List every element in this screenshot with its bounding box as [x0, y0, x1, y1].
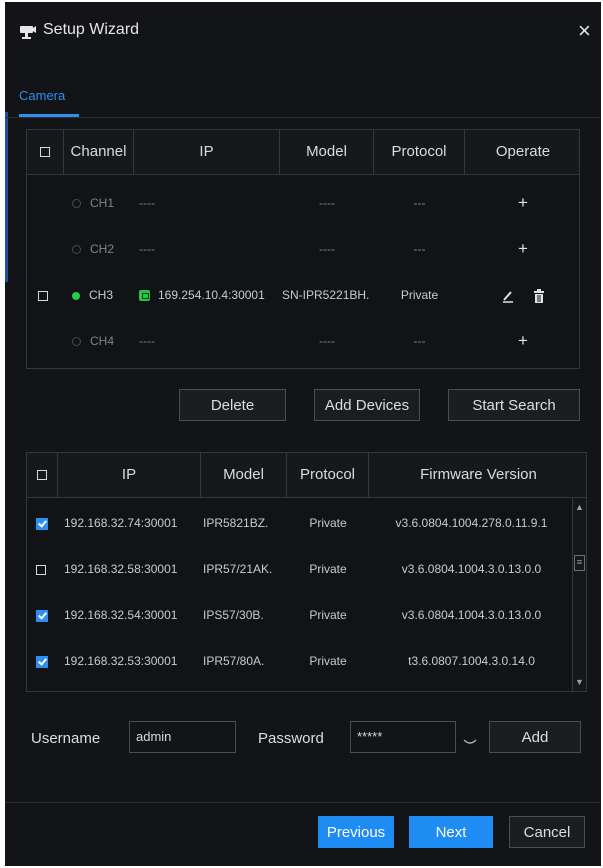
add-channel-button[interactable]: +: [518, 331, 528, 350]
previous-button[interactable]: Previous: [318, 816, 394, 848]
scroll-thumb[interactable]: ≡: [574, 555, 585, 571]
device-protocol: Private: [309, 608, 347, 622]
window-edge-accent: [5, 112, 8, 282]
device-connected-icon: [139, 290, 150, 302]
device-protocol: Private: [309, 562, 347, 576]
device-ip: 192.168.32.58:30001: [64, 562, 178, 576]
table-row[interactable]: CH3 169.254.10.4:30001 SN-IPR5221BH. Pri…: [27, 272, 579, 318]
channel-name: CH2: [90, 242, 115, 256]
channel-model: ----: [319, 242, 335, 256]
channel-model: ----: [319, 196, 335, 210]
col-protocol: Protocol: [374, 130, 465, 174]
search-table-header: IP Model Protocol Firmware Version: [27, 453, 586, 498]
status-dot-offline: [72, 337, 81, 347]
device-firmware: v3.6.0804.1004.278.0.11.9.1: [395, 516, 548, 530]
add-button[interactable]: Add: [489, 721, 581, 753]
tab-divider: [5, 117, 601, 118]
col-protocol: Protocol: [287, 453, 369, 497]
add-channel-button[interactable]: +: [518, 239, 528, 258]
channel-ip: 169.254.10.4:30001: [158, 288, 265, 302]
col-operate: Operate: [495, 143, 551, 160]
start-search-button[interactable]: Start Search: [448, 389, 580, 421]
table-row[interactable]: 192.168.32.58:30001 IPR57/21AK. Private …: [27, 546, 586, 592]
row-checkbox[interactable]: [36, 655, 48, 668]
device-ip: 192.168.32.53:30001: [64, 654, 178, 668]
status-dot-offline: [72, 245, 81, 255]
channel-ip: ----: [139, 334, 155, 348]
table-row[interactable]: CH1 ---- ---- --- +: [27, 180, 579, 226]
table-row[interactable]: CH4 ---- ---- --- +: [27, 318, 579, 364]
channel-model: ----: [319, 334, 335, 348]
password-field[interactable]: *****: [350, 721, 456, 753]
select-all-cell: [27, 453, 58, 497]
channel-name: CH3: [89, 288, 114, 302]
device-model: IPR57/80A.: [203, 654, 265, 668]
row-checkbox[interactable]: [36, 517, 48, 530]
scroll-up-icon[interactable]: ▲: [573, 500, 586, 514]
select-all-cell: [27, 130, 64, 174]
device-model: IPR57/21AK.: [203, 562, 273, 576]
device-protocol: Private: [309, 516, 347, 530]
delete-button[interactable]: Delete: [179, 389, 286, 421]
channel-protocol: Private: [400, 288, 439, 302]
status-dot-online: [72, 291, 80, 300]
table-row[interactable]: 192.168.32.74:30001 IPR5821BZ. Private v…: [27, 500, 586, 546]
select-all-checkbox[interactable]: [40, 147, 50, 158]
select-all-checkbox[interactable]: [37, 470, 47, 481]
trash-icon[interactable]: [533, 288, 545, 303]
device-model: IPR5821BZ.: [203, 516, 269, 530]
scroll-down-icon[interactable]: ▼: [573, 675, 586, 689]
row-checkbox[interactable]: [36, 564, 46, 575]
username-label: Username: [31, 730, 101, 747]
device-firmware: t3.6.0807.1004.3.0.14.0: [408, 654, 535, 668]
username-field[interactable]: admin: [129, 721, 236, 753]
device-ip: 192.168.32.74:30001: [64, 516, 178, 530]
close-icon[interactable]: ×: [578, 20, 591, 42]
col-model: Model: [201, 453, 287, 497]
tab-camera[interactable]: Camera: [19, 88, 65, 103]
footer-divider: [5, 802, 601, 803]
add-devices-button[interactable]: Add Devices: [314, 389, 420, 421]
dialog-title: Setup Wizard: [43, 21, 140, 38]
edit-icon[interactable]: [501, 289, 515, 303]
channel-name: CH4: [90, 334, 115, 348]
password-label: Password: [258, 730, 324, 747]
channel-name: CH1: [90, 196, 115, 210]
next-button[interactable]: Next: [409, 816, 493, 848]
channel-protocol: ---: [413, 196, 426, 210]
table-row[interactable]: 192.168.32.54:30001 IPS57/30B. Private v…: [27, 592, 586, 638]
setup-wizard-dialog: Setup Wizard × Camera Channel IP Model P…: [5, 2, 601, 866]
add-channel-button[interactable]: +: [518, 193, 528, 212]
device-firmware: v3.6.0804.1004.3.0.13.0.0: [401, 562, 542, 576]
col-model: Model: [280, 130, 374, 174]
col-firmware: Firmware Version: [420, 466, 537, 483]
results-scrollbar[interactable]: ▲ ≡ ▼: [572, 498, 586, 691]
search-results-table: IP Model Protocol Firmware Version 192.1…: [26, 452, 587, 692]
status-dot-offline: [72, 199, 81, 209]
col-ip: IP: [58, 453, 201, 497]
device-ip: 192.168.32.54:30001: [64, 608, 178, 622]
show-password-icon[interactable]: [463, 735, 477, 749]
device-protocol: Private: [309, 654, 347, 668]
table-row[interactable]: CH2 ---- ---- --- +: [27, 226, 579, 272]
title-bar: Setup Wizard ×: [5, 2, 601, 60]
channel-table: Channel IP Model Protocol Operate CH1 --…: [26, 129, 580, 369]
device-model: IPS57/30B.: [203, 608, 264, 622]
row-checkbox[interactable]: [38, 290, 48, 301]
cancel-button[interactable]: Cancel: [509, 816, 585, 848]
channel-protocol: ---: [413, 334, 426, 348]
channel-ip: ----: [139, 242, 155, 256]
channel-protocol: ---: [413, 242, 426, 256]
col-ip: IP: [134, 130, 280, 174]
device-firmware: v3.6.0804.1004.3.0.13.0.0: [401, 608, 542, 622]
channel-model: SN-IPR5221BH.: [282, 288, 370, 302]
table-row[interactable]: 192.168.32.53:30001 IPR57/80A. Private t…: [27, 638, 586, 684]
col-channel: Channel: [64, 130, 134, 174]
row-checkbox[interactable]: [36, 609, 48, 622]
channel-table-header: Channel IP Model Protocol Operate: [27, 130, 579, 175]
camera-icon: [20, 26, 36, 39]
channel-ip: ----: [139, 196, 155, 210]
